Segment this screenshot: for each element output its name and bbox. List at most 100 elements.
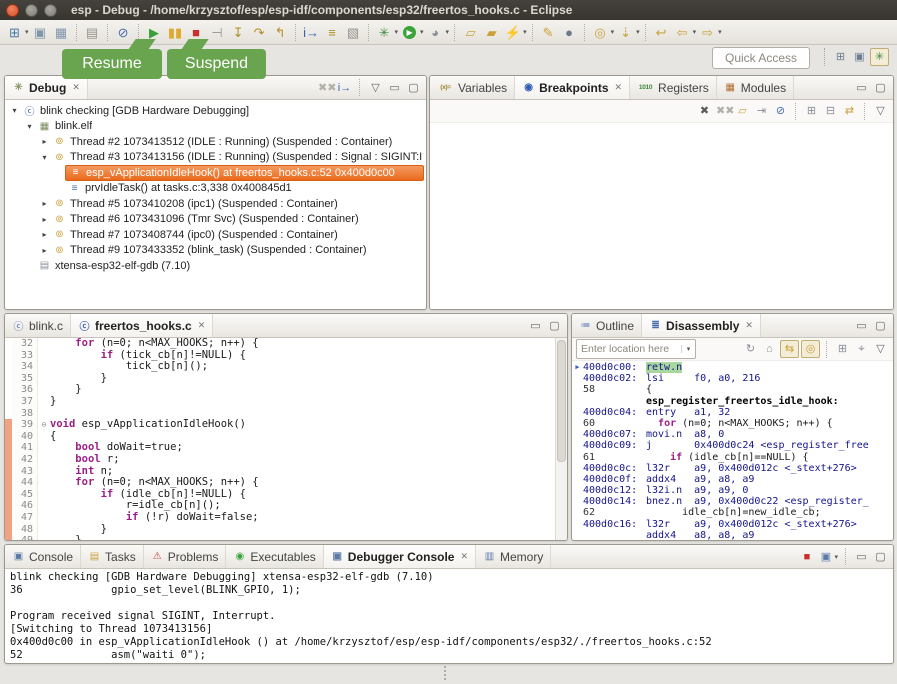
suspend-button[interactable]: ▮▮ bbox=[165, 22, 186, 42]
collapse-all-button[interactable]: ⊟ bbox=[822, 102, 839, 120]
code-line[interactable]: 36 } bbox=[5, 384, 567, 396]
code-line[interactable]: 47 if (!r) doWait=false; bbox=[5, 512, 567, 524]
skip-all-breakpoints-toggle[interactable]: ⊘ bbox=[772, 102, 789, 120]
tree-item[interactable]: ⊚Thread #9 1073433352 (blink_task) (Susp… bbox=[50, 243, 426, 258]
remove-all-breakpoints-button[interactable]: ✖✖ bbox=[715, 102, 732, 120]
chevron-down-icon[interactable]: ▾ bbox=[420, 28, 424, 36]
profile-button[interactable]: ▧ bbox=[343, 22, 364, 42]
skip-all-breakpoints-button[interactable]: ⊘ bbox=[113, 22, 134, 42]
tree-row[interactable]: ▤xtensa-esp32-elf-gdb (7.10) bbox=[5, 258, 426, 274]
tree-expander-icon[interactable]: ▾ bbox=[9, 106, 20, 115]
pin-view-button[interactable]: ⌖ bbox=[853, 340, 870, 358]
refresh-button[interactable]: ↻ bbox=[742, 340, 759, 358]
minimize-icon[interactable]: ▭ bbox=[853, 79, 870, 97]
chevron-down-icon[interactable]: ▾ bbox=[523, 28, 527, 36]
tree-item[interactable]: ⊚Thread #7 1073408744 (ipc0) (Suspended … bbox=[50, 227, 426, 242]
remove-breakpoint-button[interactable]: ✖ bbox=[696, 102, 713, 120]
tree-row[interactable]: ▾⊚Thread #3 1073413156 (IDLE : Running) … bbox=[5, 150, 426, 166]
selected-stack-frame[interactable]: ≡esp_vApplicationIdleHook() at freertos_… bbox=[65, 165, 424, 181]
chevron-down-icon[interactable]: ▾ bbox=[611, 28, 615, 36]
minimize-icon[interactable]: ▭ bbox=[386, 79, 403, 97]
tab-blink-c[interactable]: ⓒblink.c bbox=[5, 314, 71, 337]
tree-row[interactable]: ▸⊚Thread #6 1073431096 (Tmr Svc) (Suspen… bbox=[5, 212, 426, 228]
tree-row[interactable]: ▾▦blink.elf bbox=[5, 119, 426, 135]
chevron-down-icon[interactable]: ▾ bbox=[834, 553, 838, 561]
tab-tasks[interactable]: ▤Tasks bbox=[81, 545, 144, 568]
tree-item[interactable]: ⊚Thread #6 1073431096 (Tmr Svc) (Suspend… bbox=[50, 212, 426, 227]
open-element-button[interactable]: ▱ bbox=[460, 22, 481, 42]
format-brush-button[interactable]: ✎ bbox=[538, 22, 559, 42]
disassembly-line[interactable]: 58{ bbox=[572, 384, 893, 395]
minimize-icon[interactable]: ▭ bbox=[853, 317, 870, 335]
debug-perspective-button[interactable]: ✳ bbox=[870, 48, 889, 66]
new-wizard-button[interactable]: ⊞▾ bbox=[4, 22, 30, 42]
quick-access-button[interactable]: Quick Access bbox=[712, 47, 810, 69]
flash-download-button[interactable]: ⚡▾ bbox=[502, 22, 528, 42]
tab-breakpoints[interactable]: ◉Breakpoints✕ bbox=[515, 76, 630, 99]
chevron-down-icon[interactable]: ▾ bbox=[395, 28, 399, 36]
disassembly-line[interactable]: 400d0c14:bnez.n a9, 0x400d0c22 <esp_regi… bbox=[572, 496, 893, 507]
view-menu-icon[interactable]: ▽ bbox=[872, 340, 889, 358]
search-button[interactable]: ◎▾ bbox=[590, 22, 616, 42]
maximize-icon[interactable]: ▢ bbox=[405, 79, 422, 97]
disassembly-line[interactable]: 400d0c0f:addx4 a9, a8, a9 bbox=[572, 474, 893, 485]
new-binary-button[interactable]: ▤ bbox=[82, 22, 103, 42]
open-perspective-button[interactable]: ⊞ bbox=[832, 48, 849, 66]
chevron-down-icon[interactable]: ▾ bbox=[636, 28, 640, 36]
step-over-button[interactable]: ↷ bbox=[249, 22, 270, 42]
tab-debugger-console[interactable]: ▣Debugger Console✕ bbox=[324, 545, 476, 568]
code-editor[interactable]: 32 for (n=0; n<MAX_HOOKS; n++) {33 if (t… bbox=[5, 338, 567, 540]
next-annotation-button[interactable]: ⇣▾ bbox=[615, 22, 641, 42]
tree-item[interactable]: ▤xtensa-esp32-elf-gdb (7.10) bbox=[35, 258, 426, 273]
window-maximize-button[interactable] bbox=[44, 4, 57, 17]
close-icon[interactable]: ✕ bbox=[198, 320, 206, 331]
run-button[interactable]: ▶▾ bbox=[399, 22, 425, 42]
window-minimize-button[interactable] bbox=[25, 4, 38, 17]
code-line[interactable]: 32 for (n=0; n<MAX_HOOKS; n++) { bbox=[5, 338, 567, 350]
sash-drag-handle[interactable] bbox=[444, 666, 450, 680]
disconnect-button[interactable]: ⊣ bbox=[207, 22, 228, 42]
tab-memory[interactable]: ▥Memory bbox=[476, 545, 551, 568]
disassembly-line[interactable]: 400d0c12:l32i.n a9, a9, 0 bbox=[572, 485, 893, 496]
maximize-icon[interactable]: ▢ bbox=[872, 548, 889, 566]
forward-button[interactable]: ⇨▾ bbox=[697, 22, 723, 42]
close-icon[interactable]: ✕ bbox=[615, 82, 623, 93]
last-edit-location-button[interactable]: ↩ bbox=[651, 22, 672, 42]
disassembly-line[interactable]: 62 idle_cb[n]=new_idle_cb; bbox=[572, 507, 893, 518]
editor-scrollbar[interactable] bbox=[555, 338, 567, 540]
disassembly-line[interactable]: 400d0c07:movi.n a8, 0 bbox=[572, 429, 893, 440]
disassembly-line[interactable]: 400d0c0c:l32r a9, 0x400d012c <_stext+276… bbox=[572, 463, 893, 474]
tree-row[interactable]: ▾ⓒblink checking [GDB Hardware Debugging… bbox=[5, 103, 426, 119]
tab-disassembly[interactable]: ≣Disassembly✕ bbox=[642, 314, 761, 337]
tab-outline[interactable]: ≔Outline bbox=[572, 314, 642, 337]
expand-all-button[interactable]: ⊞ bbox=[803, 102, 820, 120]
back-button[interactable]: ⇦▾ bbox=[672, 22, 698, 42]
scrollbar-thumb[interactable] bbox=[557, 340, 566, 462]
fold-collapse-icon[interactable]: ⊖ bbox=[38, 419, 50, 431]
open-resource-button[interactable]: ▰ bbox=[481, 22, 502, 42]
disassembly-line[interactable]: 61 if (idle_cb[n]==NULL) { bbox=[572, 452, 893, 463]
window-close-button[interactable] bbox=[6, 4, 19, 17]
code-line[interactable]: 37} bbox=[5, 396, 567, 408]
code-line[interactable]: 49 } bbox=[5, 535, 567, 540]
tree-item[interactable]: ▦blink.elf bbox=[35, 119, 426, 134]
tree-row[interactable]: ≡prvIdleTask() at tasks.c:3,338 0x400845… bbox=[5, 181, 426, 197]
tree-expander-icon[interactable]: ▸ bbox=[39, 215, 50, 224]
disassembly-line[interactable]: 60 for (n=0; n<MAX_HOOKS; n++) { bbox=[572, 418, 893, 429]
tree-expander-icon[interactable]: ▾ bbox=[39, 153, 50, 162]
terminate-console-button[interactable]: ■ bbox=[798, 548, 815, 566]
chevron-down-icon[interactable]: ▾ bbox=[681, 345, 695, 353]
home-button[interactable]: ⌂ bbox=[761, 340, 778, 358]
tree-item[interactable]: ⓒblink checking [GDB Hardware Debugging] bbox=[20, 103, 426, 118]
tree-row[interactable]: ▸⊚Thread #5 1073410208 (ipc1) (Suspended… bbox=[5, 196, 426, 212]
chevron-down-icon[interactable]: ▾ bbox=[718, 28, 722, 36]
tab-freertos-hooks-c[interactable]: ⓒfreertos_hooks.c✕ bbox=[71, 314, 213, 337]
close-icon[interactable]: ✕ bbox=[460, 551, 468, 562]
view-menu-icon[interactable]: ▽ bbox=[872, 102, 889, 120]
step-return-button[interactable]: ↰ bbox=[270, 22, 291, 42]
maximize-icon[interactable]: ▢ bbox=[872, 317, 889, 335]
maximize-icon[interactable]: ▢ bbox=[546, 317, 563, 335]
tree-item[interactable]: ⊚Thread #2 1073413512 (IDLE : Running) (… bbox=[50, 134, 426, 149]
disassembly-line[interactable]: 400d0c04:entry a1, 32 bbox=[572, 407, 893, 418]
use-step-filters-button[interactable]: ≡ bbox=[322, 22, 343, 42]
